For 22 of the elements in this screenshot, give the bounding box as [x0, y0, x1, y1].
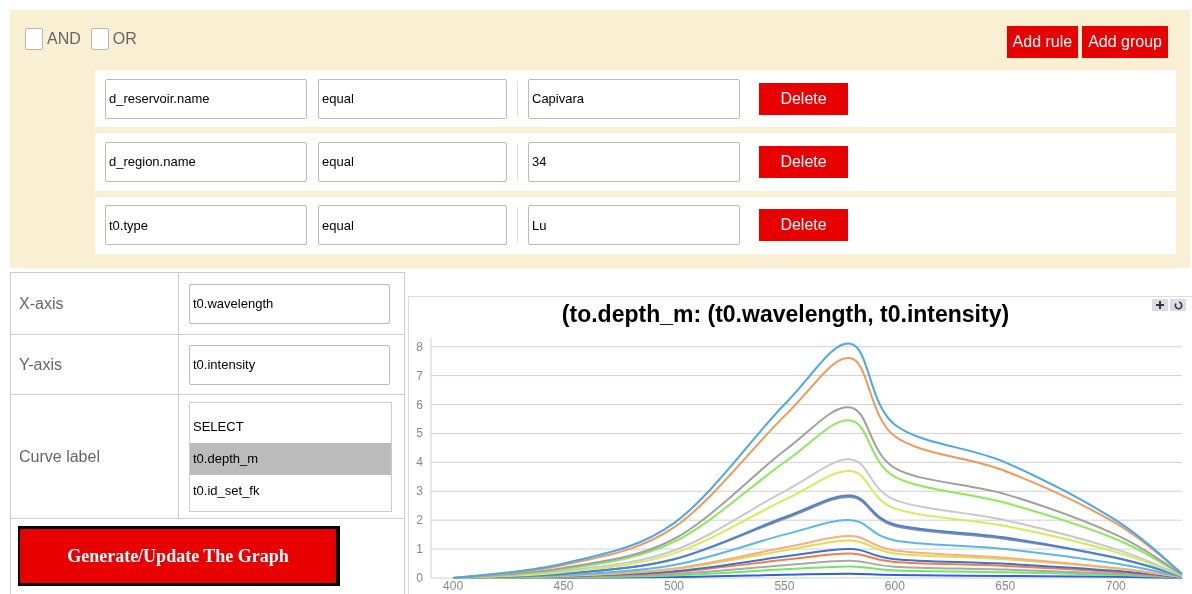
y-tick-label: 3	[416, 484, 423, 499]
y-tick-label: 4	[416, 455, 423, 470]
x-tick-label: 400	[443, 579, 464, 590]
x-tick-label: 600	[884, 579, 905, 590]
chart-title: (to.depth_m: (t0.wavelength, t0.intensity)	[561, 301, 1010, 328]
x-tick-label: 500	[663, 579, 684, 590]
x-tick-label: 650	[995, 579, 1016, 590]
y-tick-label: 2	[416, 513, 423, 528]
row-label: Curve label	[11, 395, 179, 519]
x-tick-label: 700	[1105, 579, 1126, 590]
y-tick-label: 6	[416, 397, 423, 412]
checkbox-label: OR	[112, 30, 137, 48]
y-tick-label: 0	[416, 571, 423, 585]
y-tick-label: 7	[416, 368, 423, 383]
x-tick-label: 450	[553, 579, 574, 590]
x-tick-label: 550	[774, 579, 795, 590]
row-label: Y-axis	[11, 335, 179, 395]
y-tick-label: 1	[416, 542, 423, 557]
checkbox-label: AND	[47, 30, 81, 48]
row-label: X-axis	[11, 273, 179, 335]
y-tick-label: 8	[416, 339, 423, 354]
y-tick-label: 5	[416, 426, 423, 441]
